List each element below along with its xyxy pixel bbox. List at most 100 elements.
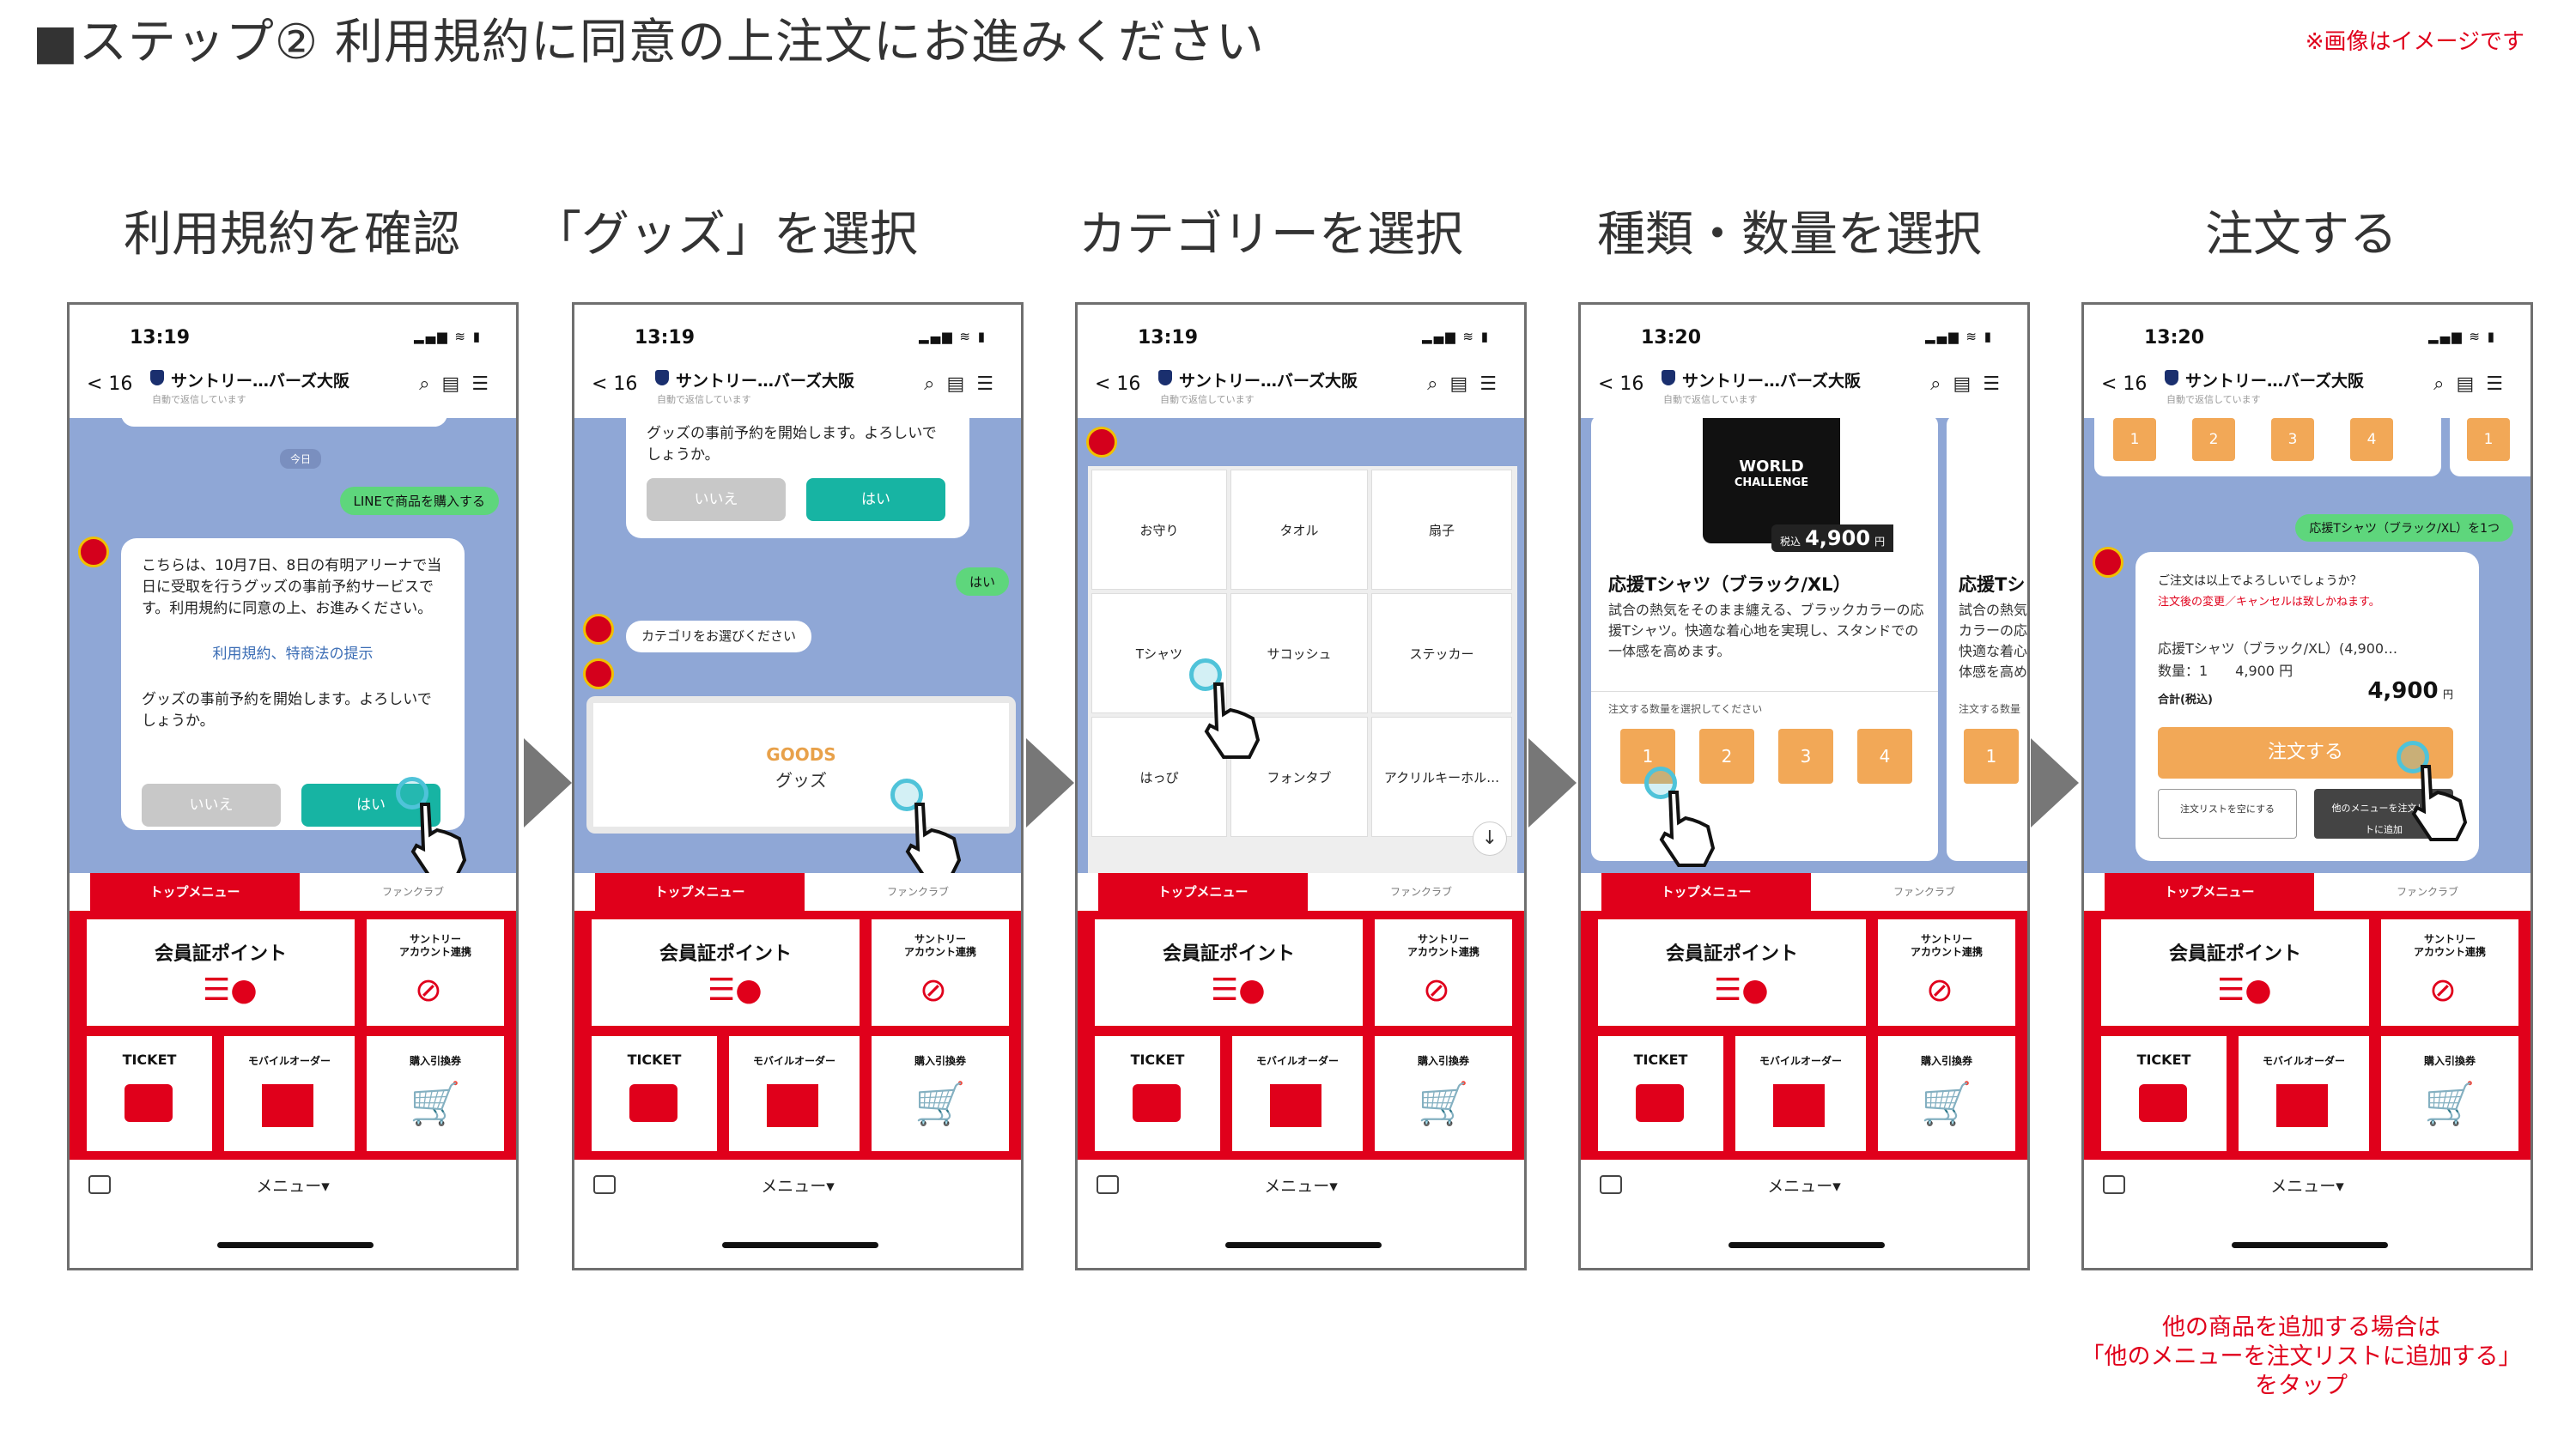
account-status: 自動で返信しています bbox=[1160, 394, 1255, 405]
hand-cursor-icon bbox=[1198, 676, 1261, 759]
chat-area: WORLD CHALLENGE 税込 4,900 円 応援Tシャツ（ブラック/X… bbox=[1581, 418, 2027, 873]
category-towel[interactable]: タオル bbox=[1230, 470, 1368, 590]
ticket-tile[interactable]: TICKET bbox=[1598, 1036, 1723, 1151]
member-points-tile[interactable]: 会員証ポイント ☰● bbox=[87, 919, 355, 1026]
home-indicator bbox=[217, 1242, 374, 1248]
category-sticker[interactable]: ステッカー bbox=[1371, 593, 1512, 713]
ticket-tile[interactable]: TICKET bbox=[2101, 1036, 2227, 1151]
suntory-link-tile[interactable]: サントリー アカウント連携 ⊘ bbox=[367, 919, 504, 1026]
ticket-icon bbox=[1133, 1084, 1181, 1122]
user-message: LINEで商品を購入する bbox=[339, 487, 499, 515]
image-note: ※画像はイメージです bbox=[2305, 29, 2524, 55]
quantity-3-button[interactable]: 3 bbox=[1778, 729, 1833, 784]
tab-top-menu[interactable]: トップメニュー bbox=[595, 873, 805, 911]
next-quantity-1-button[interactable]: 1 bbox=[1964, 729, 2019, 784]
quantity-2-button[interactable]: 2 bbox=[1699, 729, 1754, 784]
order-quantity: 数量：1 4,900 円 bbox=[2158, 663, 2293, 679]
member-points-tile[interactable]: 会員証ポイント ☰● bbox=[592, 919, 860, 1026]
menu-tabs: トップメニュー ファンクラブ bbox=[70, 873, 516, 911]
mobile-order-tile[interactable]: モバイルオーダー bbox=[224, 1036, 355, 1151]
account-status: 自動で返信しています bbox=[657, 394, 751, 405]
tile-label: TICKET bbox=[1633, 1052, 1688, 1068]
ticket-tile[interactable]: TICKET bbox=[1095, 1036, 1220, 1151]
points-icon: ☰● bbox=[2217, 973, 2272, 1008]
clear-list-button[interactable]: 注文リストを空にする bbox=[2158, 789, 2297, 839]
suntory-link-tile[interactable]: サントリー アカウント連携 ⊘ bbox=[1878, 919, 2015, 1026]
suntory-link-tile[interactable]: サントリー アカウント連携 ⊘ bbox=[1375, 919, 1512, 1026]
menu-tabs: トップメニュー ファンクラブ bbox=[1078, 873, 1524, 911]
back-button[interactable]: < 16 bbox=[592, 373, 637, 395]
category-omamori[interactable]: お守り bbox=[1091, 470, 1227, 590]
link-icon: ⊘ bbox=[920, 971, 947, 1009]
ticket-icon bbox=[2139, 1084, 2187, 1122]
quantity-2-button[interactable]: 2 bbox=[2192, 418, 2235, 461]
voucher-tile[interactable]: 購入引換券 🛒 bbox=[2381, 1036, 2518, 1151]
tab-top-menu[interactable]: トップメニュー bbox=[2105, 873, 2314, 911]
quantity-1-button[interactable]: 1 bbox=[2113, 418, 2156, 461]
voucher-tile[interactable]: 購入引換券 🛒 bbox=[1375, 1036, 1512, 1151]
ticket-tile[interactable]: TICKET bbox=[87, 1036, 212, 1151]
tab-top-menu[interactable]: トップメニュー bbox=[90, 873, 300, 911]
mobile-order-tile[interactable]: モバイルオーダー bbox=[729, 1036, 860, 1151]
member-points-tile[interactable]: 会員証ポイント ☰● bbox=[2101, 919, 2369, 1026]
category-grid: お守り タオル 扇子 Tシャツ サコッシュ ステッカー はっぴ フォンタブ アク… bbox=[1088, 466, 1517, 873]
tab-fanclub[interactable]: ファンクラブ bbox=[1830, 873, 2019, 911]
back-button[interactable]: < 16 bbox=[2101, 373, 2147, 395]
member-points-tile[interactable]: 会員証ポイント ☰● bbox=[1095, 919, 1363, 1026]
tab-fanclub[interactable]: ファンクラブ bbox=[2333, 873, 2522, 911]
total-amount: 4,900 円 bbox=[2367, 680, 2453, 706]
quantity-4-button[interactable]: 4 bbox=[1857, 729, 1912, 784]
signal-wifi-battery-icon: ▂▄▆ ≋ ▮ bbox=[414, 329, 482, 344]
quantity-4-button[interactable]: 4 bbox=[2350, 418, 2393, 461]
menu-toggle[interactable]: メニュー▾ bbox=[1078, 1173, 1524, 1197]
step-arrow bbox=[524, 738, 572, 828]
header-icons[interactable]: ⌕▤☰ bbox=[924, 373, 1005, 395]
step-title-3: カテゴリーを選択 bbox=[1078, 207, 1463, 263]
category-fan[interactable]: 扇子 bbox=[1371, 470, 1512, 590]
cart-icon: 🛒 bbox=[2424, 1080, 2476, 1128]
tab-top-menu[interactable]: トップメニュー bbox=[1098, 873, 1308, 911]
mobile-order-tile[interactable]: モバイルオーダー bbox=[1232, 1036, 1363, 1151]
no-button[interactable]: いいえ bbox=[647, 478, 786, 521]
phone-screen-quantity: 13:20 ▂▄▆ ≋ ▮ < 16 サントリー…バーズ大阪 自動で返信していま… bbox=[1578, 302, 2030, 1270]
tab-fanclub[interactable]: ファンクラブ bbox=[823, 873, 1012, 911]
header-icons[interactable]: ⌕▤☰ bbox=[2433, 373, 2515, 395]
category-acrylic-keyholder[interactable]: アクリルキーホル… bbox=[1371, 717, 1512, 837]
home-indicator bbox=[1728, 1242, 1885, 1248]
tab-fanclub[interactable]: ファンクラブ bbox=[1327, 873, 1516, 911]
menu-toggle[interactable]: メニュー▾ bbox=[1581, 1173, 2027, 1197]
menu-toggle[interactable]: メニュー▾ bbox=[2084, 1173, 2530, 1197]
header-icons[interactable]: ⌕▤☰ bbox=[1427, 373, 1509, 395]
back-button[interactable]: < 16 bbox=[1095, 373, 1140, 395]
voucher-tile[interactable]: 購入引換券 🛒 bbox=[1878, 1036, 2015, 1151]
terms-link[interactable]: 利用規約、特商法の提示 bbox=[142, 644, 444, 665]
previous-message bbox=[121, 418, 447, 427]
scroll-down-icon[interactable]: ↓ bbox=[1473, 822, 1507, 856]
ticket-tile[interactable]: TICKET bbox=[592, 1036, 717, 1151]
tab-top-menu[interactable]: トップメニュー bbox=[1601, 873, 1811, 911]
header-icons[interactable]: ⌕▤☰ bbox=[419, 373, 501, 395]
voucher-tile[interactable]: 購入引換券 🛒 bbox=[367, 1036, 504, 1151]
next-quantity-1-button[interactable]: 1 bbox=[2467, 418, 2510, 461]
member-points-tile[interactable]: 会員証ポイント ☰● bbox=[1598, 919, 1866, 1026]
no-button[interactable]: いいえ bbox=[142, 784, 281, 827]
tile-label: モバイルオーダー bbox=[2262, 1055, 2345, 1067]
tile-label: 購入引換券 bbox=[409, 1055, 461, 1067]
menu-toggle[interactable]: メニュー▾ bbox=[574, 1173, 1021, 1197]
suntory-link-tile[interactable]: サントリー アカウント連携 ⊘ bbox=[872, 919, 1009, 1026]
quantity-3-button[interactable]: 3 bbox=[2271, 418, 2314, 461]
suntory-link-tile[interactable]: サントリー アカウント連携 ⊘ bbox=[2381, 919, 2518, 1026]
back-button[interactable]: < 16 bbox=[1598, 373, 1643, 395]
voucher-tile[interactable]: 購入引換券 🛒 bbox=[872, 1036, 1009, 1151]
bot-message-card: グッズの事前予約を開始します。よろしいでしょうか。 いいえ はい bbox=[626, 418, 969, 538]
step-arrow bbox=[1528, 738, 1577, 828]
chat-area: グッズの事前予約を開始します。よろしいでしょうか。 いいえ はい はい カテゴリ… bbox=[574, 418, 1021, 873]
tab-fanclub[interactable]: ファンクラブ bbox=[319, 873, 507, 911]
mobile-order-tile[interactable]: モバイルオーダー bbox=[2239, 1036, 2369, 1151]
back-button[interactable]: < 16 bbox=[87, 373, 132, 395]
header-icons[interactable]: ⌕▤☰ bbox=[1930, 373, 2012, 395]
mobile-order-tile[interactable]: モバイルオーダー bbox=[1735, 1036, 1866, 1151]
menu-toggle[interactable]: メニュー▾ bbox=[70, 1173, 516, 1197]
rich-menu: 会員証ポイント ☰● サントリー アカウント連携 ⊘ TICKET モバイルオー… bbox=[70, 911, 516, 1160]
yes-button[interactable]: はい bbox=[806, 478, 945, 521]
